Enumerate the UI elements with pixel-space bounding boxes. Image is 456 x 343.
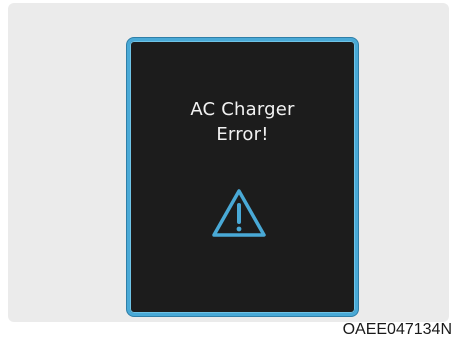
figure-code: OAEE047134N	[342, 321, 452, 338]
figure-background: AC Charger Error!	[8, 3, 449, 322]
warning-triangle-icon	[212, 189, 266, 237]
error-message: AC Charger Error!	[130, 97, 355, 147]
cluster-display-panel: AC Charger Error!	[127, 38, 358, 316]
error-message-line-1: AC Charger	[190, 99, 295, 120]
error-message-line-2: Error!	[216, 124, 269, 145]
